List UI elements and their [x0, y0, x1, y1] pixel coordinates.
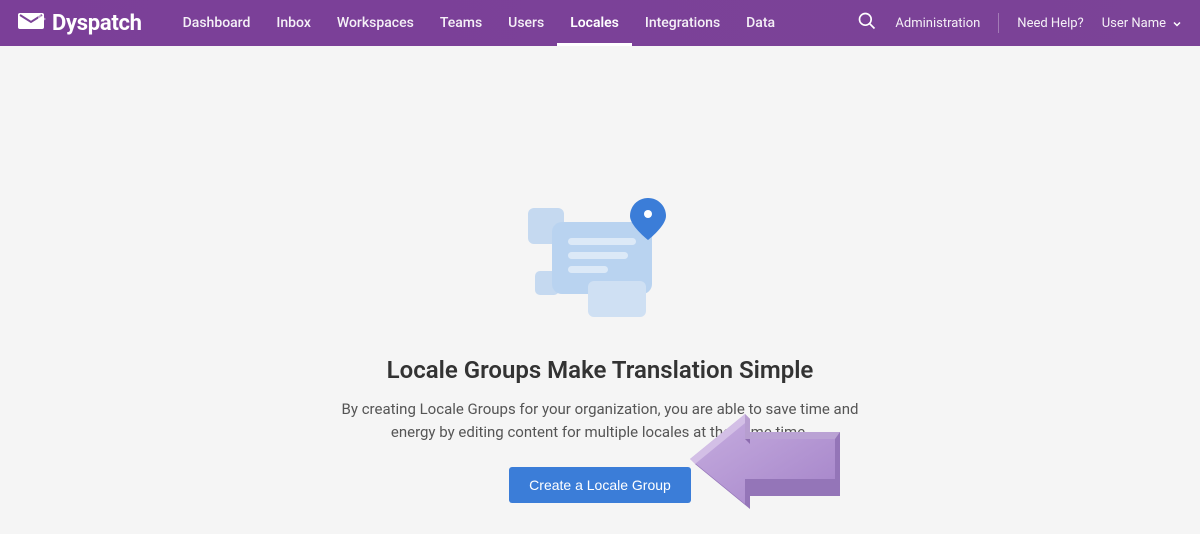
main-content: Locale Groups Make Translation Simple By…	[0, 46, 1200, 534]
nav-users[interactable]: Users	[495, 0, 557, 46]
nav-right: Administration Need Help? User Name	[857, 11, 1182, 35]
navbar: Dyspatch Dashboard Inbox Workspaces Team…	[0, 0, 1200, 46]
administration-link[interactable]: Administration	[895, 16, 980, 31]
search-icon[interactable]	[857, 11, 877, 35]
envelope-icon	[18, 11, 46, 35]
nav-locales[interactable]: Locales	[557, 0, 632, 46]
arrow-decoration-icon	[690, 414, 850, 514]
nav-integrations[interactable]: Integrations	[632, 0, 733, 46]
nav-inbox[interactable]: Inbox	[263, 0, 323, 46]
user-name: User Name	[1102, 16, 1166, 31]
chevron-down-icon	[1172, 14, 1182, 33]
brand-name: Dyspatch	[52, 11, 142, 36]
divider	[998, 13, 999, 33]
nav-teams[interactable]: Teams	[427, 0, 495, 46]
empty-state-illustration	[510, 186, 690, 326]
user-menu[interactable]: User Name	[1102, 14, 1182, 33]
nav-dashboard[interactable]: Dashboard	[170, 0, 264, 46]
nav-data[interactable]: Data	[733, 0, 788, 46]
page-heading: Locale Groups Make Translation Simple	[387, 356, 814, 384]
nav-workspaces[interactable]: Workspaces	[324, 0, 427, 46]
nav-links: Dashboard Inbox Workspaces Teams Users L…	[170, 0, 788, 46]
logo[interactable]: Dyspatch	[18, 11, 142, 36]
create-locale-group-button[interactable]: Create a Locale Group	[509, 467, 691, 503]
need-help-link[interactable]: Need Help?	[1017, 16, 1083, 31]
